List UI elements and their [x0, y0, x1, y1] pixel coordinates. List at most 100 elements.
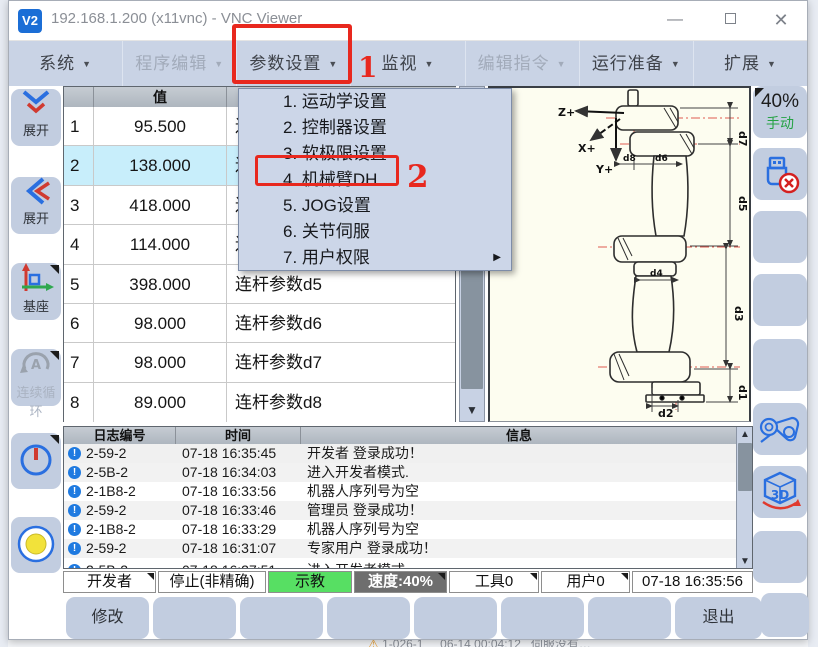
status-speed[interactable]: 速度:40% — [354, 571, 447, 593]
row-index: 1 — [64, 107, 94, 145]
status-indicator-button[interactable] — [11, 517, 61, 573]
title-bar[interactable]: V2 192.168.1.200 (x11vnc) - VNC Viewer —… — [9, 1, 807, 41]
menu-item-kinematics[interactable]: 1. 运动学设置 — [239, 89, 511, 115]
scroll-down-icon[interactable]: ▼ — [460, 403, 484, 417]
row-value: 114.000 — [94, 225, 227, 263]
svg-text:d4: d4 — [650, 269, 663, 279]
table-row[interactable]: 8 89.000 连杆参数d8 — [64, 383, 455, 422]
row-value: 89.000 — [94, 383, 227, 422]
row-value: 98.000 — [94, 304, 227, 342]
row-value: 98.000 — [94, 343, 227, 381]
background-window-right-sliver — [808, 0, 818, 647]
blank-button[interactable] — [761, 593, 809, 637]
row-name: 连杆参数d7 — [227, 343, 456, 381]
menu-item-user-rights[interactable]: 7. 用户权限 ▶ — [239, 245, 511, 271]
scroll-down-icon[interactable]: ▼ — [737, 556, 753, 567]
yellow-status-icon — [16, 524, 56, 564]
power-icon — [18, 440, 54, 480]
log-row[interactable]: ! 2-5B-207-18 16:34:03进入开发者模式. — [64, 463, 737, 482]
base-label: 基座 — [11, 296, 61, 315]
speed-mode-button[interactable]: 40% 手动 — [753, 86, 807, 138]
info-icon: ! — [68, 564, 81, 569]
menu-extension[interactable]: 扩展▼ — [693, 41, 807, 86]
menu-run-prepare[interactable]: 运行准备▼ — [579, 41, 693, 86]
menu-edit-command: 编辑指令▼ — [465, 41, 579, 86]
menu-item-joint-servo[interactable]: 6. 关节伺服 — [239, 219, 511, 245]
blank-button[interactable] — [753, 211, 807, 263]
log-row[interactable]: ! 2-1B8-207-18 16:33:56机器人序列号为空 — [64, 482, 737, 501]
double-chevron-down-icon — [19, 89, 53, 117]
menu-program-edit: 程序编辑▼ — [122, 41, 236, 86]
table-row[interactable]: 6 98.000 连杆参数d6 — [64, 304, 455, 343]
double-chevron-left-icon — [19, 177, 53, 205]
blank-button[interactable] — [753, 274, 807, 326]
row-index: 6 — [64, 304, 94, 342]
info-icon: ! — [68, 523, 81, 536]
minimize-button[interactable]: — — [653, 1, 697, 39]
svg-text:d3: d3 — [732, 306, 745, 322]
view-3d-button[interactable]: 3D — [753, 466, 807, 518]
log-row[interactable]: ! 2-59-207-18 16:31:07专家用户 登录成功！ — [64, 539, 737, 558]
annotation-number-1: 1 — [358, 51, 377, 84]
blank-button[interactable] — [327, 597, 410, 639]
menu-item-controller[interactable]: 2. 控制器设置 — [239, 115, 511, 141]
blank-button[interactable] — [501, 597, 584, 639]
blank-button[interactable] — [588, 597, 671, 639]
blank-button[interactable] — [153, 597, 236, 639]
log-row-clipped[interactable]: ! 2-5B-207-18 16:27:51进入开发者模式. — [64, 561, 737, 569]
chevron-down-icon: ▼ — [671, 59, 681, 69]
menu-item-jog[interactable]: 5. JOG设置 — [239, 193, 511, 219]
row-value: 95.500 — [94, 107, 227, 145]
status-tool[interactable]: 工具0 — [449, 571, 539, 593]
info-icon: ! — [68, 466, 81, 479]
expand-left-button[interactable]: 展开 — [11, 177, 61, 234]
power-button[interactable] — [11, 433, 61, 489]
chevron-down-icon: ▼ — [425, 59, 435, 69]
expand-down-button[interactable]: 展开 — [11, 89, 61, 146]
log-scrollbar[interactable]: ▲ ▼ — [736, 427, 753, 569]
row-value: 398.000 — [94, 265, 227, 303]
modify-button[interactable]: 修改 — [66, 597, 149, 639]
svg-text:d6: d6 — [655, 154, 668, 164]
svg-text:d1: d1 — [736, 385, 749, 401]
table-row[interactable]: 7 98.000 连杆参数d7 — [64, 343, 455, 382]
maximize-icon — [725, 13, 736, 24]
background-window-left-sliver — [0, 0, 8, 647]
manual-mode-label: 手动 — [753, 113, 807, 133]
log-panel: 日志编号 时间 信息 ! 2-59-207-18 16:35:45开发者 登录成… — [63, 426, 753, 569]
log-row[interactable]: ! 2-59-207-18 16:33:46管理员 登录成功！ — [64, 501, 737, 520]
chevron-down-icon: ▼ — [82, 59, 92, 69]
base-frame-button[interactable]: 基座 — [11, 263, 61, 320]
coordinate-axes-icon — [18, 263, 54, 293]
menu-system[interactable]: 系统▼ — [9, 41, 122, 86]
status-user[interactable]: 开发者 — [63, 571, 156, 593]
log-row[interactable]: ! 2-1B8-207-18 16:33:29机器人序列号为空 — [64, 520, 737, 539]
row-name: 连杆参数d6 — [227, 304, 456, 342]
blank-button[interactable] — [414, 597, 497, 639]
blank-button[interactable] — [753, 531, 807, 583]
svg-text:A: A — [31, 358, 41, 373]
close-button[interactable]: ✕ — [759, 1, 803, 39]
background-log-fragment: ⚠ 1-026-1 06-14 00:04:12 伺服没有… — [368, 639, 591, 647]
svg-text:d5: d5 — [736, 196, 749, 212]
vnc-logo: V2 — [18, 9, 42, 33]
status-user-frame[interactable]: 用户0 — [541, 571, 630, 593]
svg-text:Z+: Z+ — [558, 106, 575, 119]
scroll-up-icon[interactable]: ▲ — [737, 429, 753, 440]
blank-button[interactable] — [753, 339, 807, 391]
svg-text:X+: X+ — [578, 142, 596, 155]
log-info-header: 信息 — [301, 427, 737, 444]
cube-3d-icon: 3D — [757, 470, 803, 512]
joystick-button[interactable] — [753, 403, 807, 455]
row-index: 4 — [64, 225, 94, 263]
usb-disconnected-button[interactable] — [753, 148, 807, 200]
exit-button[interactable]: 退出 — [675, 597, 762, 639]
maximize-button[interactable] — [708, 1, 752, 39]
scrollbar-thumb[interactable] — [738, 443, 752, 491]
expand-label: 展开 — [11, 208, 61, 227]
background-window-bottom-sliver: ⚠ 1-026-1 06-14 00:04:12 伺服没有… — [8, 639, 808, 647]
submenu-arrow-icon: ▶ — [493, 245, 501, 271]
loop-label: 连续循环 — [11, 382, 61, 420]
log-row[interactable]: ! 2-59-207-18 16:35:45开发者 登录成功！ — [64, 444, 737, 463]
blank-button[interactable] — [240, 597, 323, 639]
